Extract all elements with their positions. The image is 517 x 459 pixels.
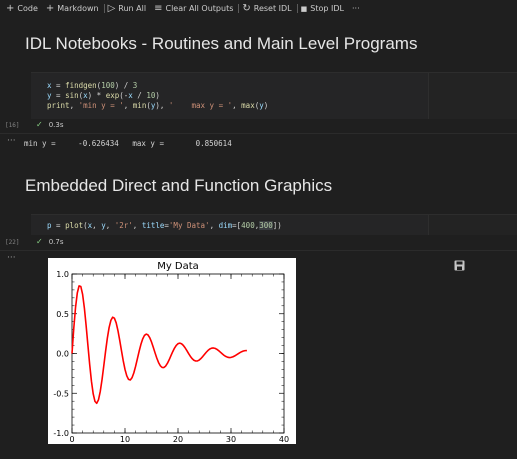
x-tick-label: 30 (226, 435, 236, 444)
code-cell-2[interactable]: p = plot(x, y, '2r', title='My Data', di… (31, 214, 517, 235)
plot-frame (71, 273, 285, 434)
code-line: print, 'min y = ', min(y), ' max y = ', … (47, 101, 269, 110)
code-line: y = sin(x) * exp(-x / 10) (47, 91, 160, 100)
execution-time: 0.7s (48, 237, 64, 246)
cell-side-panel (428, 73, 517, 119)
clear-all-outputs-label: Clear All Outputs (165, 4, 234, 13)
clear-all-outputs-button[interactable]: ≡ Clear All Outputs (151, 0, 238, 17)
code-editor-1[interactable]: x = findgen(100) / 3 y = sin(x) * exp(-x… (47, 81, 268, 111)
x-tick-label: 20 (173, 435, 183, 444)
reset-idl-label: Reset IDL (253, 4, 292, 13)
code-cell-1[interactable]: x = findgen(100) / 3 y = sin(x) * exp(-x… (31, 72, 517, 119)
add-markdown-label: Markdown (57, 4, 99, 13)
markdown-heading-graphics: Embedded Direct and Function Graphics (25, 176, 333, 195)
line-chart: My Data 0 10 20 30 40 -1.0 -0.5 0.0 0.5 1.0 (53, 261, 289, 444)
cell-status: ✓ 0.3s (36, 120, 63, 129)
chart-title: My Data (157, 261, 199, 272)
more-icon: ··· (351, 4, 360, 13)
code-line: x = findgen(100) / 3 (47, 81, 138, 90)
cell-output-text: min y = -0.626434 max y = 0.850614 (24, 139, 232, 148)
y-tick-label: 0.0 (56, 350, 69, 359)
execution-count: [22] (5, 239, 20, 246)
check-icon: ✓ (36, 237, 43, 246)
x-tick-label: 10 (120, 435, 130, 444)
execution-count: [16] (5, 122, 20, 129)
notebook-toolbar: + Code + Markdown ▷ Run All ≡ Clear All … (0, 0, 517, 17)
check-icon: ✓ (36, 120, 43, 129)
y-tick-label: -1.0 (53, 429, 69, 438)
series-line (71, 285, 247, 405)
run-all-button[interactable]: ▷ Run All (105, 0, 152, 17)
cell-side-panel (428, 215, 517, 235)
add-markdown-button[interactable]: + Markdown (43, 0, 104, 17)
stop-icon: ■ (300, 4, 308, 13)
plus-icon: + (45, 2, 55, 14)
reset-idl-button[interactable]: ↻ Reset IDL (239, 0, 296, 17)
execution-time: 0.3s (48, 120, 64, 129)
clear-outputs-icon: ≡ (154, 2, 163, 14)
y-tick-label: -0.5 (53, 389, 69, 398)
output-more-button[interactable]: ··· (7, 136, 16, 146)
stop-idl-label: Stop IDL (310, 4, 344, 13)
run-all-icon: ▷ (107, 2, 116, 14)
plot-output: My Data 0 10 20 30 40 -1.0 -0.5 0.0 0.5 1.0 (48, 258, 296, 444)
add-code-label: Code (17, 4, 38, 13)
plus-icon: + (6, 2, 15, 14)
markdown-heading-routines: IDL Notebooks - Routines and Main Level … (25, 34, 418, 53)
x-tick-label: 40 (279, 435, 289, 444)
cell-divider (0, 133, 517, 134)
more-actions-button[interactable]: ··· (349, 0, 365, 17)
output-more-button[interactable]: ··· (7, 253, 16, 263)
code-editor-2[interactable]: p = plot(x, y, '2r', title='My Data', di… (47, 221, 282, 231)
add-code-button[interactable]: + Code (3, 0, 43, 17)
cell-status: ✓ 0.7s (36, 237, 63, 246)
restart-icon: ↻ (242, 2, 251, 14)
x-tick-label: 0 (69, 435, 74, 444)
code-line: p = plot(x, y, '2r', title='My Data', di… (47, 221, 282, 230)
y-tick-label: 0.5 (56, 310, 69, 319)
cell-divider (0, 250, 517, 251)
y-tick-label: 1.0 (56, 270, 69, 279)
save-icon[interactable] (454, 256, 465, 275)
run-all-label: Run All (118, 4, 147, 13)
stop-idl-button[interactable]: ■ Stop IDL (298, 0, 349, 17)
